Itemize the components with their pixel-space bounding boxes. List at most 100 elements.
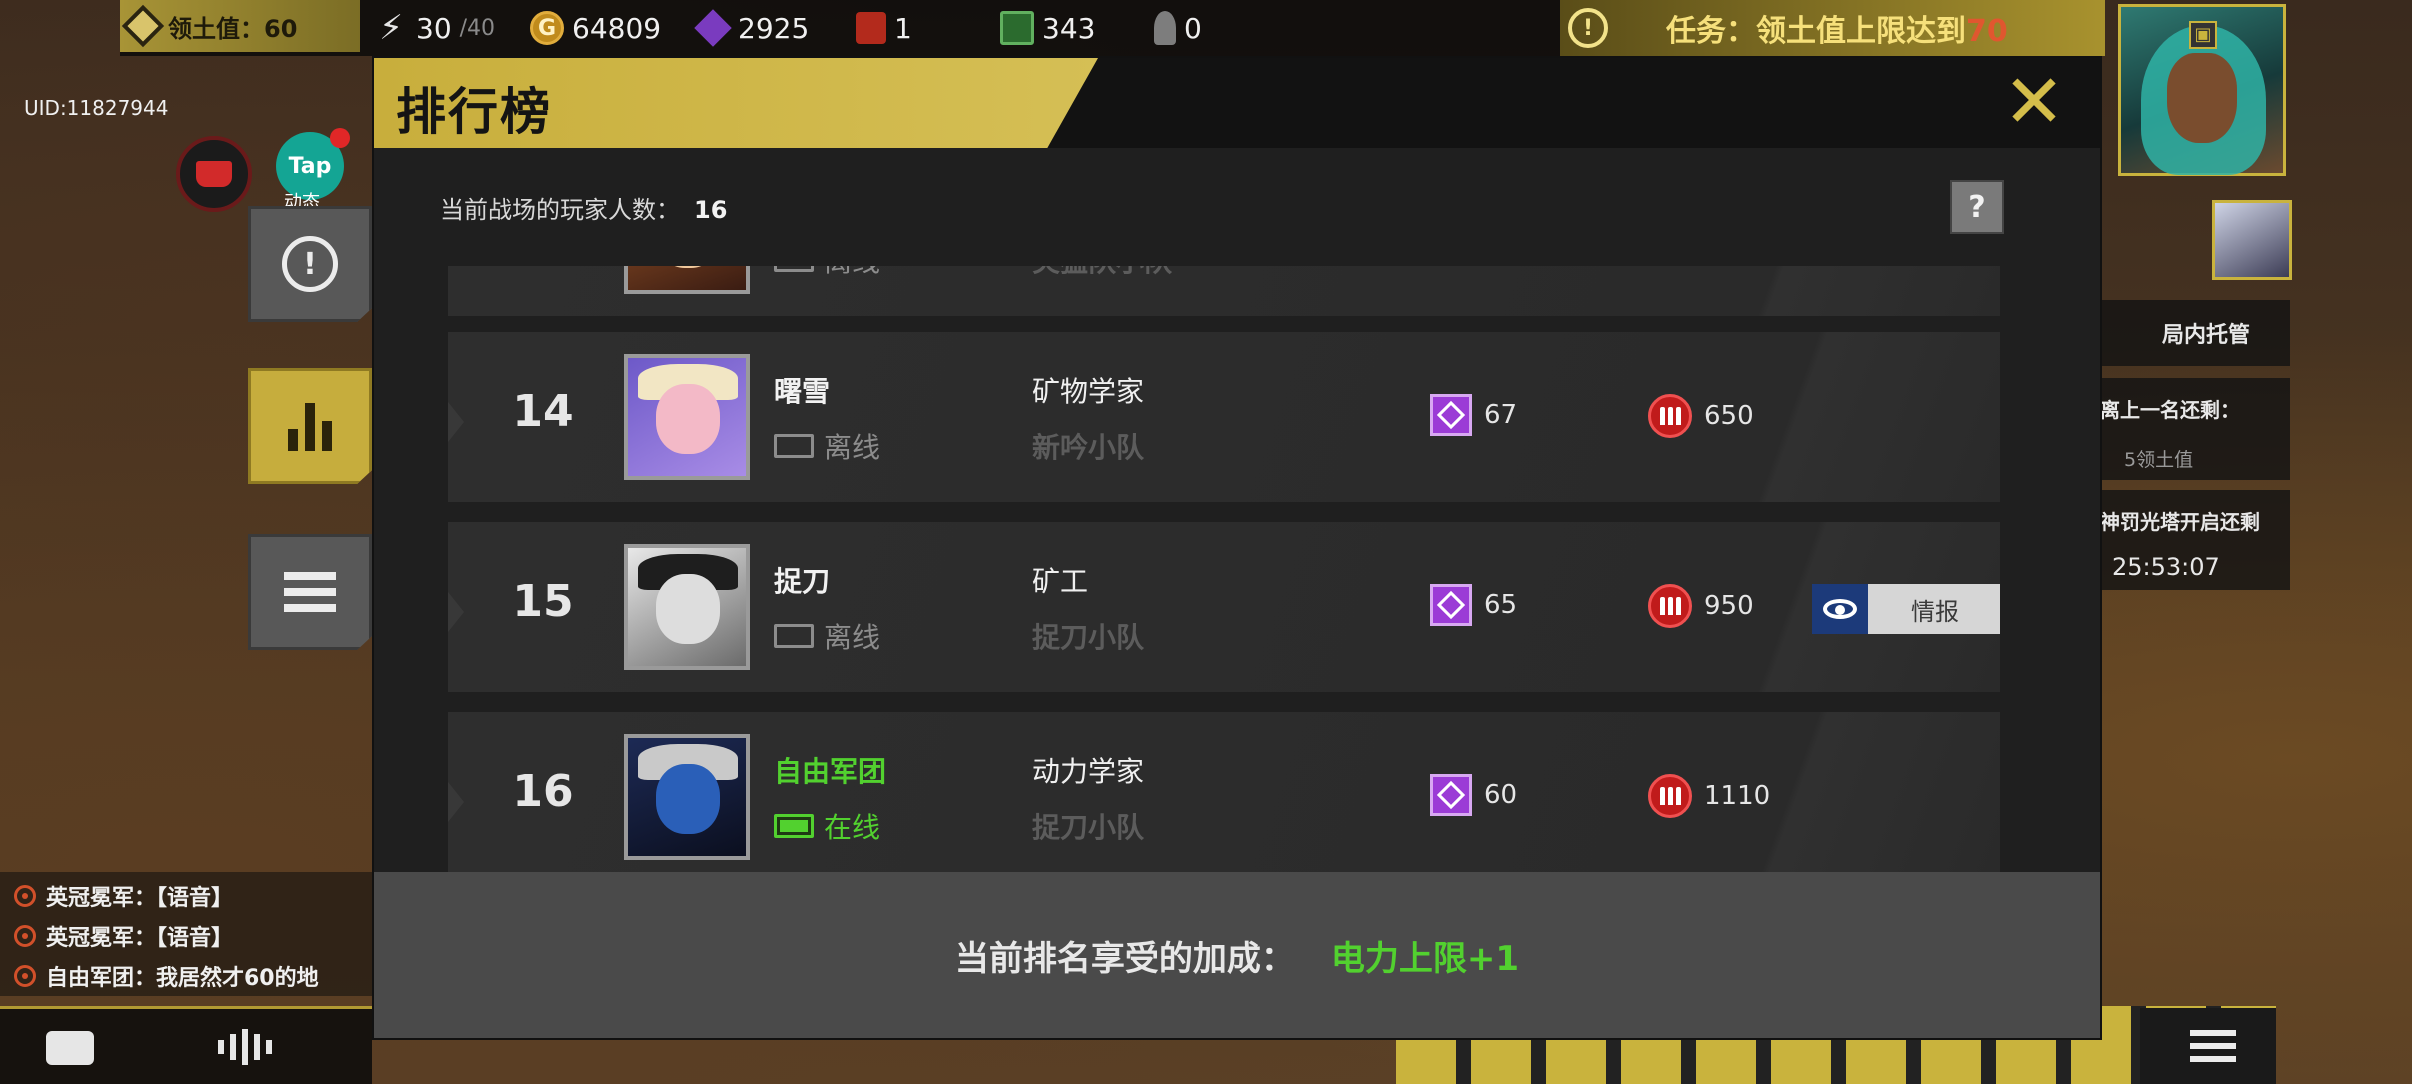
chip-value: 343 <box>1042 11 1096 45</box>
chat-log[interactable]: 英冠冕军：【语音】 英冠冕军：【语音】 自由军团：我居然才60的地 <box>0 872 372 996</box>
player-status: 离线 <box>774 616 880 656</box>
ammo-stat: 650 <box>1648 394 1754 438</box>
taptap-badge: Tap <box>288 153 332 179</box>
player-team: 捉刀小队 <box>1032 621 1145 654</box>
shell-value: 0 <box>1184 11 1202 45</box>
auto-manage-label: 局内托管 <box>2161 323 2250 348</box>
rank-number: 14 <box>512 386 574 437</box>
shop-button[interactable] <box>176 136 252 212</box>
player-name: 捉刀 <box>774 565 831 598</box>
chat-target-icon <box>14 925 36 947</box>
energy-max: /40 <box>459 15 496 41</box>
quest-target-icon: ! <box>1560 0 1616 56</box>
shell-icon <box>1154 11 1176 45</box>
bonus-label: 当前排名享受的加成： <box>954 938 1295 979</box>
cart-icon <box>196 161 232 187</box>
ranking-row: 15 捉刀 离线 矿工 捉刀小队 65 950 情报 <box>448 522 2000 692</box>
tab-menu[interactable] <box>248 534 372 650</box>
player-team: 捉刀小队 <box>1032 811 1145 844</box>
player-status: 离线 <box>774 266 880 280</box>
eye-icon <box>1812 584 1868 634</box>
territory-label: 领土值：60 <box>168 14 298 43</box>
gem-value: 2925 <box>738 11 810 45</box>
help-button[interactable]: ? <box>1950 180 2004 234</box>
next-rank-label: 离上一名还剩： <box>2100 398 2240 422</box>
player-avatar[interactable] <box>624 266 750 294</box>
commander-portrait[interactable]: ▣ <box>2118 4 2286 176</box>
ranking-row: 14 曙雪 离线 矿物学家 新吟小队 67 650 <box>448 332 2000 502</box>
chip-icon <box>1000 11 1034 45</box>
ammo-stat: 950 <box>1648 584 1754 628</box>
quest-target-number: 70 <box>1966 14 2008 49</box>
energy-value: 30 <box>416 11 452 45</box>
notification-dot <box>330 128 350 148</box>
tab-alert[interactable]: ! <box>248 206 372 322</box>
chip-counter[interactable]: 343 <box>1000 0 1095 56</box>
player-avatar[interactable] <box>624 734 750 860</box>
player-name: 自由军团 <box>774 755 887 788</box>
fuel-can-icon <box>856 12 886 44</box>
commander-badge-icon: ▣ <box>2189 21 2217 49</box>
player-count: 当前战场的玩家人数： 16 <box>440 190 727 225</box>
ranking-list[interactable]: 离线 突猛队小队 14 曙雪 离线 矿物学家 新吟小队 67 650 15 捉刀… <box>448 266 2000 926</box>
chat-bubble-icon[interactable] <box>46 1031 94 1065</box>
shell-counter[interactable]: 0 <box>1154 0 1202 56</box>
tower-timer-panel: 神罚光塔开启还剩 25:53:07 <box>2100 490 2290 590</box>
territory-value[interactable]: 领土值：60 <box>120 0 360 52</box>
rank-number: 15 <box>512 576 574 627</box>
player-avatar[interactable] <box>624 544 750 670</box>
gold-counter[interactable]: G 64809 <box>530 0 661 56</box>
next-rank-panel: 离上一名还剩： 5领土值 <box>2100 378 2290 480</box>
intel-label: 情报 <box>1911 597 1959 626</box>
modal-title: 排行榜 <box>396 83 552 141</box>
gem-counter[interactable]: 2925 <box>694 0 810 56</box>
player-team: 突猛队小队 <box>1032 266 1172 280</box>
tower-timer: 25:53:07 <box>2112 553 2220 581</box>
territory-diamond-icon <box>1430 774 1472 816</box>
player-title: 矿物学家 <box>1032 375 1145 408</box>
player-status: 离线 <box>774 426 880 466</box>
quest-banner[interactable]: ! 任务：领土值上限达到70 <box>1560 0 2105 56</box>
gold-coin-icon: G <box>530 11 564 45</box>
close-icon: ✕ <box>2002 59 2065 145</box>
fuel-counter[interactable]: 1 <box>856 0 912 56</box>
voice-icon[interactable] <box>218 1029 272 1065</box>
bonus-value: 电力上限+1 <box>1330 938 1520 979</box>
energy-counter[interactable]: ⚡ 30/40 <box>374 0 495 56</box>
territory-stat: 67 <box>1430 394 1517 436</box>
chat-line: 英冠冕军：【语音】 <box>14 876 372 916</box>
chat-target-icon <box>14 965 36 987</box>
ranking-row: 离线 突猛队小队 <box>448 266 2000 316</box>
next-rank-value: 5领土值 <box>2124 449 2194 471</box>
tab-leaderboard[interactable] <box>248 368 372 484</box>
lightning-icon: ⚡ <box>379 8 403 48</box>
quest-prefix: 任务：领土值上限达到 <box>1666 14 1966 49</box>
user-id: UID:11827944 <box>24 96 169 120</box>
alert-target-icon: ! <box>282 236 338 292</box>
chat-line: 自由军团：我居然才60的地 <box>14 956 372 996</box>
player-count-value: 16 <box>694 196 728 224</box>
chat-toolbar <box>0 1006 372 1084</box>
player-name: 曙雪 <box>774 375 831 408</box>
rank-number: 16 <box>512 766 574 817</box>
main-menu-button[interactable] <box>2140 1008 2276 1084</box>
leaderboard-modal: 排行榜 ✕ 当前战场的玩家人数： 16 ? 离线 突猛队小队 14 曙雪 离线 矿… <box>372 56 2102 1040</box>
quest-text: 任务：领土值上限达到70 <box>1666 6 2008 50</box>
ammo-icon <box>1648 774 1692 818</box>
player-team: 新吟小队 <box>1032 431 1145 464</box>
auto-manage-button[interactable]: 局内托管 <box>2100 300 2290 366</box>
gold-value: 64809 <box>572 11 662 45</box>
battery-icon <box>774 814 814 838</box>
battery-icon <box>774 624 814 648</box>
player-status: 在线 <box>774 806 880 846</box>
ammo-icon <box>1648 584 1692 628</box>
territory-stat: 65 <box>1430 584 1517 626</box>
territory-diamond-icon <box>1430 584 1472 626</box>
bar-chart-icon <box>288 401 332 451</box>
intel-button[interactable]: 情报 <box>1812 584 2000 634</box>
player-avatar[interactable] <box>624 354 750 480</box>
territory-stat: 60 <box>1430 774 1517 816</box>
close-button[interactable]: ✕ <box>1994 65 2074 139</box>
ally-portrait[interactable] <box>2212 200 2292 280</box>
purple-crystal-icon <box>694 9 732 47</box>
